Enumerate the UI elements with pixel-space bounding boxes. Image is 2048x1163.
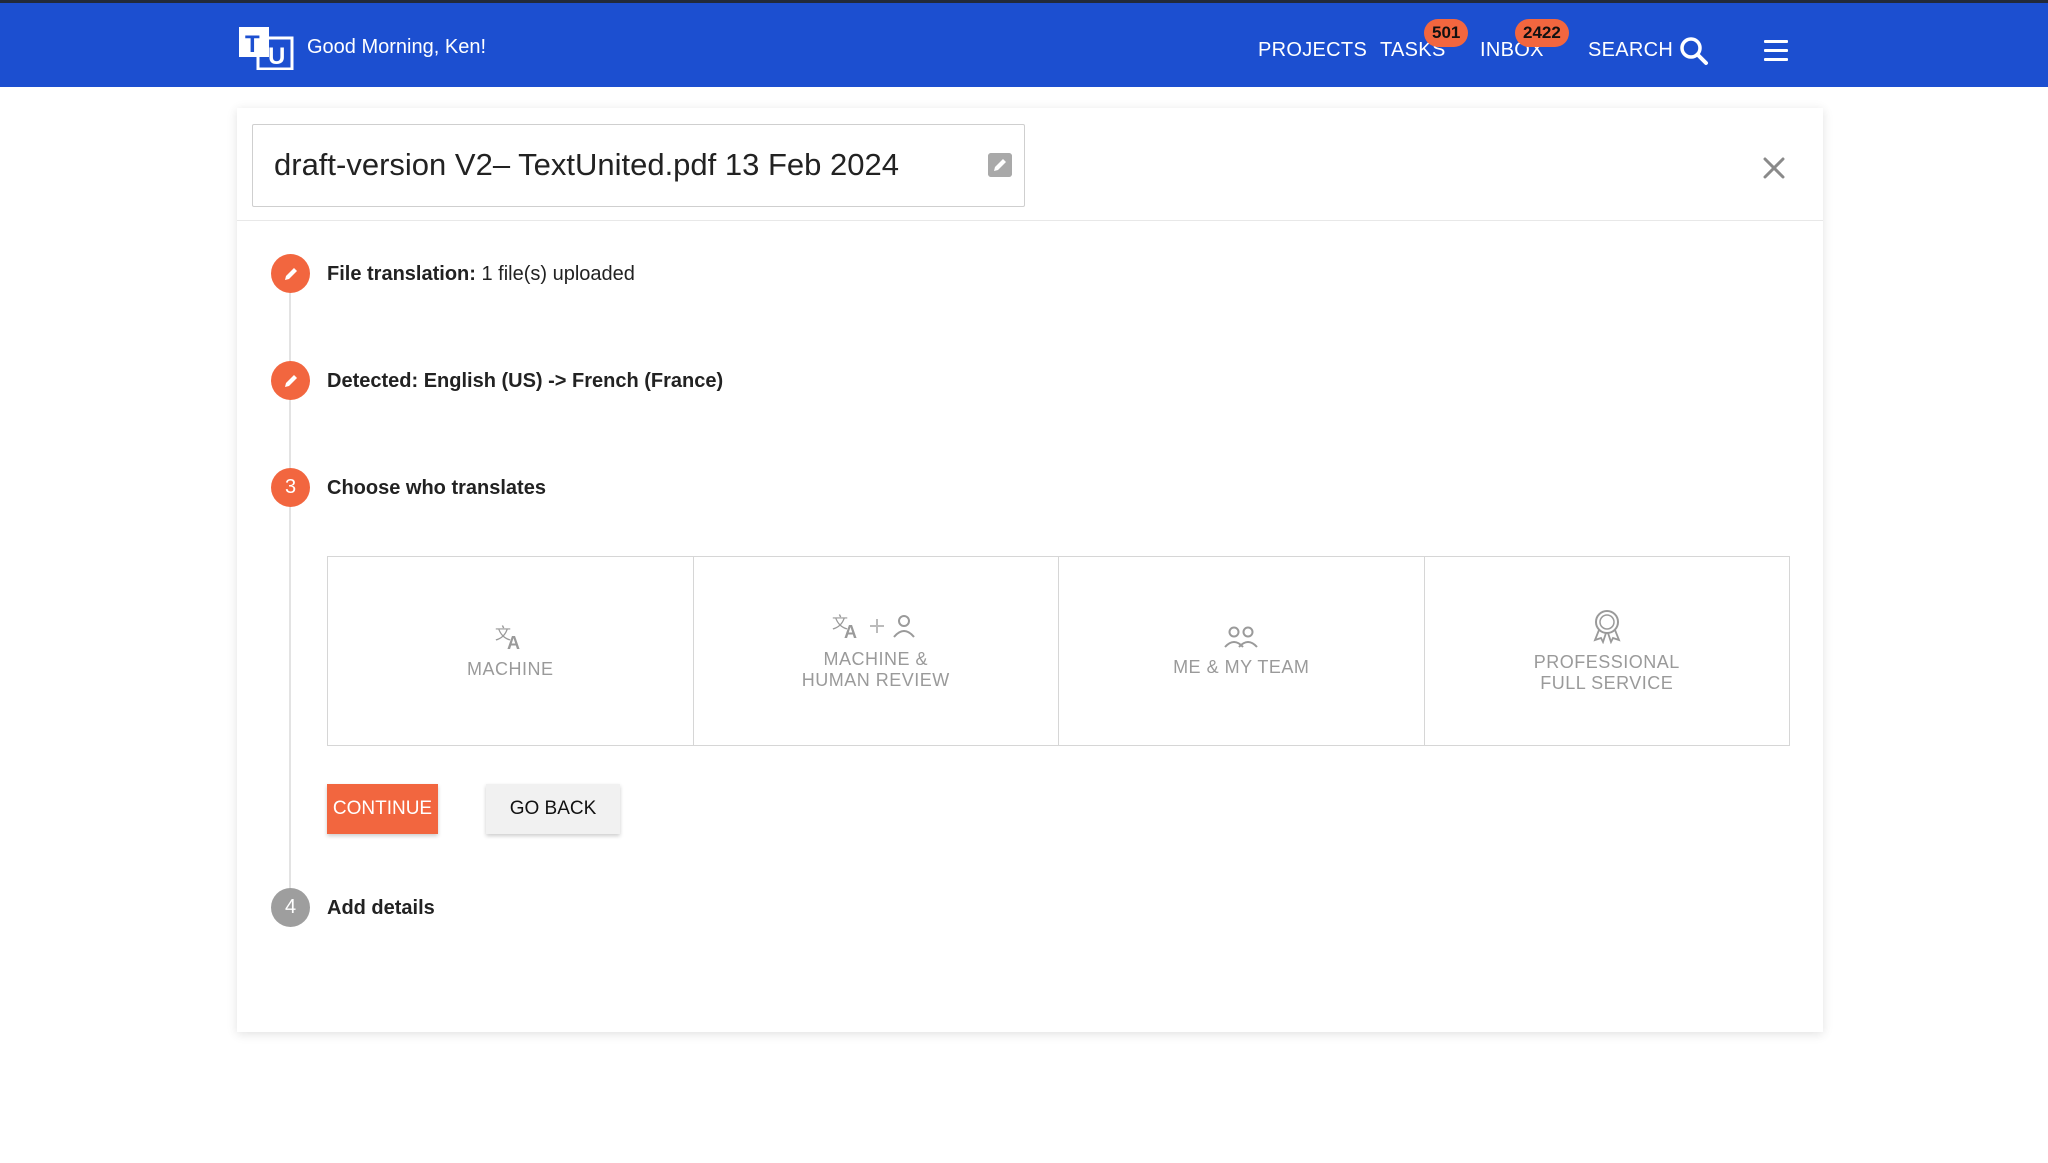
- step-2-label: Detected: English (US) -> French (France…: [327, 370, 724, 392]
- step-4-label: Add details: [327, 897, 435, 919]
- translate-plus-person-icon: 文 A: [832, 613, 915, 641]
- edit-pencil-icon[interactable]: [988, 153, 1012, 177]
- nav-projects[interactable]: PROJECTS: [1258, 39, 1367, 62]
- step-1-label: File translation: 1 file(s) uploaded: [327, 263, 635, 285]
- inbox-count-badge: 2422: [1515, 19, 1569, 47]
- option-machine-human-review[interactable]: 文 A MACHINE & HUMAN REVIEW: [692, 556, 1059, 746]
- go-back-button[interactable]: GO BACK: [486, 784, 620, 834]
- option-machine-human-label-line2: HUMAN REVIEW: [801, 670, 950, 690]
- step-3-number: 3: [271, 468, 310, 507]
- top-navigation-bar: T U Good Morning, Ken! PROJECTS TASKS 50…: [0, 0, 2048, 87]
- card-header: draft-version V2– TextUnited.pdf 13 Feb …: [237, 108, 1823, 221]
- close-icon[interactable]: [1761, 155, 1787, 181]
- option-professional-label-line2: FULL SERVICE: [1540, 673, 1674, 693]
- hamburger-menu-icon[interactable]: [1764, 40, 1788, 62]
- option-me-and-my-team[interactable]: ME & MY TEAM: [1058, 556, 1425, 746]
- pencil-icon: [284, 374, 297, 387]
- create-project-card: draft-version V2– TextUnited.pdf 13 Feb …: [237, 108, 1823, 1032]
- continue-button[interactable]: CONTINUE: [327, 784, 438, 834]
- tasks-count-badge: 501: [1424, 19, 1469, 47]
- pencil-icon: [284, 267, 297, 280]
- option-machine-human-label-line1: MACHINE &: [823, 649, 928, 669]
- svg-text:A: A: [844, 622, 858, 641]
- option-team-label: ME & MY TEAM: [1173, 656, 1310, 677]
- greeting-text: Good Morning, Ken!: [307, 36, 486, 58]
- svg-text:T: T: [245, 31, 260, 58]
- certified-badge-icon: [1593, 610, 1621, 644]
- step-1-edit-icon[interactable]: [271, 254, 310, 293]
- project-title: draft-version V2– TextUnited.pdf 13 Feb …: [274, 147, 899, 182]
- project-title-field[interactable]: draft-version V2– TextUnited.pdf 13 Feb …: [252, 124, 1025, 207]
- option-machine-label: MACHINE: [466, 658, 554, 679]
- svg-text:U: U: [268, 43, 285, 70]
- option-machine[interactable]: 文 A MACHINE: [327, 556, 694, 746]
- option-professional-label-line1: PROFESSIONAL: [1533, 652, 1680, 672]
- step-4-number: 4: [271, 888, 310, 927]
- step-2-edit-icon[interactable]: [271, 361, 310, 400]
- textunited-logo[interactable]: T U: [238, 26, 294, 70]
- team-icon: [1224, 626, 1258, 648]
- translator-options: 文 A MACHINE 文 A MACHINE & HUMAN REVIEW M…: [327, 556, 1790, 746]
- nav-search[interactable]: SEARCH: [1588, 39, 1673, 62]
- translate-icon: 文 A: [495, 624, 521, 651]
- svg-text:A: A: [507, 633, 521, 651]
- search-icon[interactable]: [1679, 36, 1709, 66]
- option-professional-full-service[interactable]: PROFESSIONAL FULL SERVICE: [1423, 556, 1790, 746]
- step-3-label: Choose who translates: [327, 477, 546, 499]
